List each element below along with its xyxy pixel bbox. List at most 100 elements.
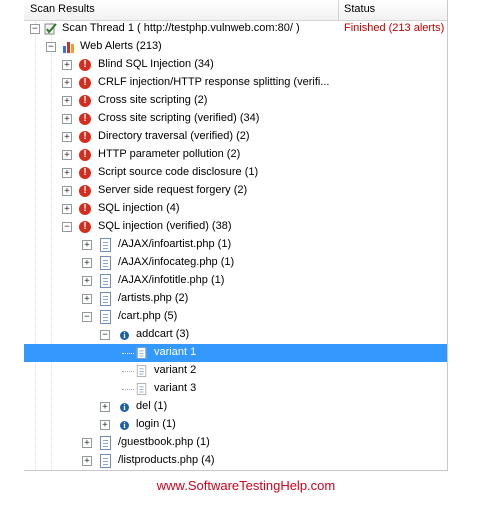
variant-page-icon: [136, 383, 147, 395]
tree-connector: [122, 389, 134, 390]
web-alerts-chart-icon: [62, 40, 76, 54]
page-icon: [100, 274, 111, 288]
alert-label: CRLF injection/HTTP response splitting (…: [98, 76, 330, 88]
tree-row-variant-selected[interactable]: variant 1: [24, 344, 447, 362]
tree-row-alert[interactable]: + ! SQL injection (4): [24, 200, 447, 218]
tree-row-file[interactable]: + /AJAX/infoartist.php (1): [24, 236, 447, 254]
variant-page-icon: [136, 347, 147, 359]
tree-row-file[interactable]: + /AJAX/infotitle.php (1): [24, 272, 447, 290]
tree-row-variant[interactable]: variant 3: [24, 380, 447, 398]
tree-row-file[interactable]: + /guestbook.php (1): [24, 434, 447, 452]
page-icon: [100, 256, 111, 270]
expand-icon[interactable]: +: [82, 456, 92, 466]
expand-icon[interactable]: +: [100, 420, 110, 430]
expand-icon[interactable]: +: [62, 186, 72, 196]
tree-row-variant[interactable]: variant 2: [24, 362, 447, 380]
scan-results-panel: Scan Results Status − Scan Thread 1 ( ht…: [24, 0, 448, 471]
param-label: del (1): [136, 400, 168, 412]
collapse-icon[interactable]: −: [30, 24, 40, 34]
alert-icon: !: [79, 185, 91, 197]
info-icon: i: [120, 421, 129, 430]
tree-connector: [122, 353, 134, 354]
tree-row-alert[interactable]: + ! CRLF injection/HTTP response splitti…: [24, 74, 447, 92]
page-icon: [100, 436, 111, 450]
alert-icon: !: [79, 221, 91, 233]
tree-row-alert-sql-injection-verified[interactable]: − ! SQL injection (verified) (38): [24, 218, 447, 236]
tree-row-file[interactable]: + /AJAX/infocateg.php (1): [24, 254, 447, 272]
expand-icon[interactable]: +: [62, 60, 72, 70]
alert-icon: !: [79, 131, 91, 143]
file-label: /guestbook.php (1): [118, 436, 210, 448]
tree-row-alert[interactable]: + ! Server side request forgery (2): [24, 182, 447, 200]
alert-label: Server side request forgery (2): [98, 184, 248, 196]
column-header-status[interactable]: Status: [344, 3, 375, 15]
alert-label: Cross site scripting (2): [98, 94, 208, 106]
column-header: Scan Results Status: [24, 0, 447, 21]
tree-row-file[interactable]: + /artists.php (2): [24, 290, 447, 308]
alert-icon: !: [79, 77, 91, 89]
scan-thread-icon: [44, 22, 58, 36]
alert-icon: !: [79, 113, 91, 125]
tree-row-alert[interactable]: + ! Cross site scripting (2): [24, 92, 447, 110]
tree-row-alert[interactable]: + ! Script source code disclosure (1): [24, 164, 447, 182]
tree-row-web-alerts[interactable]: − Web Alerts (213): [24, 38, 447, 56]
expand-icon[interactable]: +: [82, 276, 92, 286]
variant-label: variant 3: [154, 382, 197, 394]
scan-thread-status: Finished (213 alerts): [344, 22, 445, 34]
tree-row-alert[interactable]: + ! HTTP parameter pollution (2): [24, 146, 447, 164]
alert-label: HTTP parameter pollution (2): [98, 148, 241, 160]
expand-icon[interactable]: +: [62, 78, 72, 88]
expand-icon[interactable]: +: [62, 168, 72, 178]
info-icon: i: [120, 403, 129, 412]
alert-icon: !: [79, 59, 91, 71]
alert-label: Directory traversal (verified) (2): [98, 130, 250, 142]
variant-label: variant 2: [154, 364, 197, 376]
tree-row-file[interactable]: + /listproducts.php (4): [24, 452, 447, 470]
tree-row-file-cart[interactable]: − /cart.php (5): [24, 308, 447, 326]
expand-icon[interactable]: +: [62, 132, 72, 142]
tree-row-alert[interactable]: + ! Blind SQL Injection (34): [24, 56, 447, 74]
alert-label: SQL injection (verified) (38): [98, 220, 232, 232]
file-label: /listproducts.php (4): [118, 454, 215, 466]
watermark: www.SoftwareTestingHelp.com: [156, 478, 336, 493]
page-icon: [100, 292, 111, 306]
expand-icon[interactable]: +: [82, 294, 92, 304]
expand-icon[interactable]: +: [82, 438, 92, 448]
collapse-icon[interactable]: −: [46, 42, 56, 52]
file-label: /AJAX/infocateg.php (1): [118, 256, 235, 268]
alert-icon: !: [79, 95, 91, 107]
param-label: login (1): [136, 418, 176, 430]
file-label: /artists.php (2): [118, 292, 189, 304]
alert-icon: !: [79, 167, 91, 179]
column-separator[interactable]: [338, 0, 339, 20]
alert-label: Blind SQL Injection (34): [98, 58, 214, 70]
file-label: /AJAX/infotitle.php (1): [118, 274, 225, 286]
tree-row-alert[interactable]: + ! Directory traversal (verified) (2): [24, 128, 447, 146]
expand-icon[interactable]: +: [62, 150, 72, 160]
file-label: /cart.php (5): [118, 310, 178, 322]
variant-page-icon: [136, 365, 147, 377]
collapse-icon[interactable]: −: [100, 330, 110, 340]
expand-icon[interactable]: +: [82, 258, 92, 268]
alert-label: Script source code disclosure (1): [98, 166, 259, 178]
column-header-scan-results[interactable]: Scan Results: [30, 3, 95, 15]
expand-icon[interactable]: +: [100, 402, 110, 412]
alert-label: SQL injection (4): [98, 202, 180, 214]
tree-row-param-login[interactable]: + i login (1): [24, 416, 447, 434]
alert-icon: !: [79, 149, 91, 161]
page-icon: [100, 454, 111, 468]
expand-icon[interactable]: +: [62, 114, 72, 124]
param-label: addcart (3): [136, 328, 190, 340]
collapse-icon[interactable]: −: [62, 222, 72, 232]
alert-label: Cross site scripting (verified) (34): [98, 112, 260, 124]
expand-icon[interactable]: +: [62, 96, 72, 106]
tree-row-param-addcart[interactable]: − i addcart (3): [24, 326, 447, 344]
expand-icon[interactable]: +: [82, 240, 92, 250]
page-icon: [100, 310, 111, 324]
tree-connector: [122, 371, 134, 372]
tree-row-param-del[interactable]: + i del (1): [24, 398, 447, 416]
tree-row-scan-thread[interactable]: − Scan Thread 1 ( http://testphp.vulnweb…: [24, 20, 447, 38]
tree-row-alert[interactable]: + ! Cross site scripting (verified) (34): [24, 110, 447, 128]
expand-icon[interactable]: +: [62, 204, 72, 214]
collapse-icon[interactable]: −: [82, 312, 92, 322]
